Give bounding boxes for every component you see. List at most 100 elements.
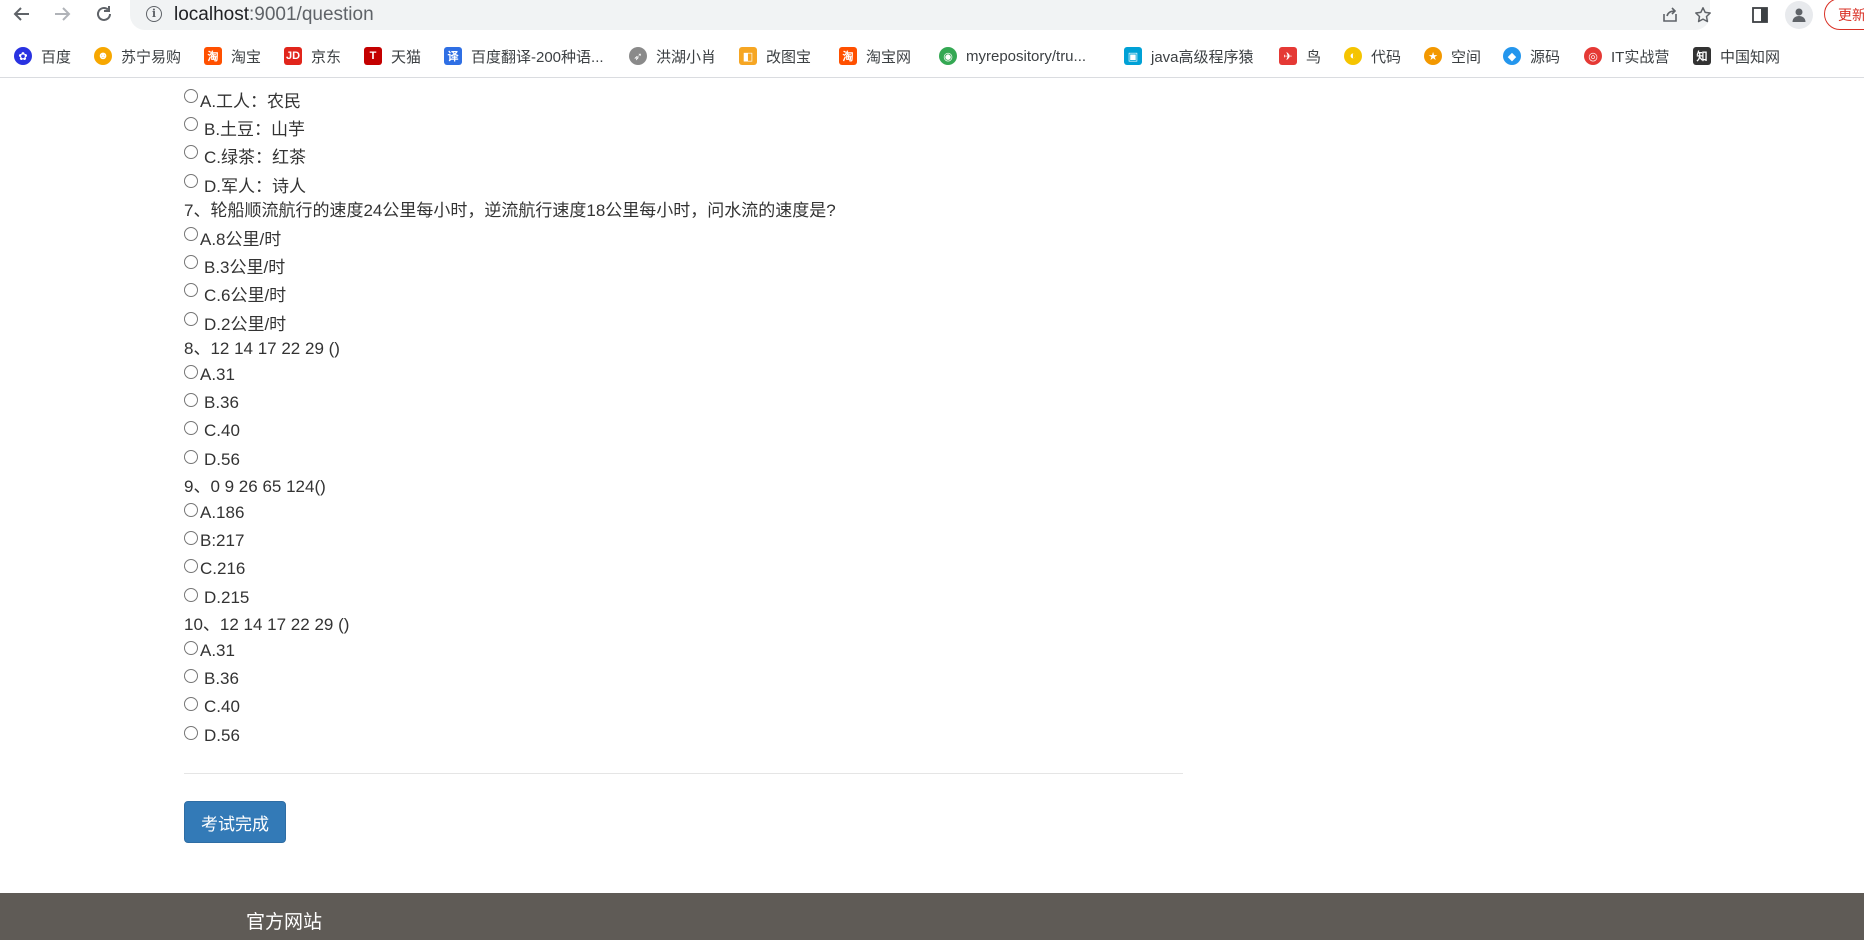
arrow-right-icon <box>55 7 71 21</box>
bookmark-item-taobao[interactable]: 淘淘宝 <box>204 44 261 68</box>
option-q9-a[interactable]: A.186 <box>184 501 244 525</box>
option-label: A.8公里/时 <box>200 229 282 249</box>
radio-button[interactable] <box>184 559 198 573</box>
radio-button[interactable] <box>184 312 198 326</box>
option-label: B.36 <box>204 393 239 412</box>
option-q9-d[interactable]: D.215 <box>184 586 249 610</box>
forward-button[interactable] <box>48 0 76 28</box>
radio-button[interactable] <box>184 641 198 655</box>
site-info-icon[interactable]: i <box>146 6 162 22</box>
bookmark-item-baidu[interactable]: ✿ 百度 <box>14 44 71 68</box>
option-q6-a[interactable]: A.工人：农民 <box>184 87 301 111</box>
bookmark-item-gaitubao[interactable]: ◧ 改图宝 <box>739 44 811 68</box>
option-q8-a[interactable]: A.31 <box>184 363 235 387</box>
radio-button[interactable] <box>184 89 198 103</box>
bookmark-item-niao[interactable]: ✈ 鸟 <box>1279 44 1321 68</box>
option-q10-b[interactable]: B.36 <box>184 667 239 691</box>
option-q6-c[interactable]: C.绿茶：红茶 <box>184 143 306 167</box>
bird-icon: ➶ <box>629 47 647 65</box>
option-q7-d[interactable]: D.2公里/时 <box>184 310 286 334</box>
star-outline-icon <box>1695 7 1711 23</box>
bookmark-label: 空间 <box>1451 48 1482 66</box>
profile-avatar[interactable] <box>1785 1 1813 29</box>
option-label: D.2公里/时 <box>204 314 287 334</box>
radio-button[interactable] <box>184 393 198 407</box>
taobao-icon: 淘 <box>204 47 222 65</box>
bookmark-item-java[interactable]: ▣ java高级程序猿 <box>1124 44 1254 68</box>
option-q10-c[interactable]: C.40 <box>184 695 240 719</box>
cnki-icon: 知 <box>1693 47 1711 65</box>
option-q9-b[interactable]: B:217 <box>184 529 244 553</box>
bookmark-item-tmall[interactable]: T 天猫 <box>364 44 421 68</box>
bookmark-item-jd[interactable]: JD 京东 <box>284 44 341 68</box>
bookmarks-bar: ✿ 百度 ☻ 苏宁易购 淘淘宝 JD 京东 T 天猫 译百度翻译-200种语... ➶ 洪… <box>0 40 1864 72</box>
option-label: C.绿茶：红茶 <box>204 147 306 167</box>
side-panel-button[interactable] <box>1746 1 1774 29</box>
radio-button[interactable] <box>184 255 198 269</box>
radio-button[interactable] <box>184 145 198 159</box>
share-button[interactable] <box>1657 2 1683 28</box>
update-button[interactable]: 更新 <box>1824 0 1864 30</box>
radio-button[interactable] <box>184 588 198 602</box>
back-button[interactable] <box>8 0 36 28</box>
bookmark-item-baidu-translate[interactable]: 译百度翻译-200种语... <box>444 44 604 68</box>
option-q7-a[interactable]: A.8公里/时 <box>184 225 281 249</box>
option-q10-a[interactable]: A.31 <box>184 639 235 663</box>
bookmark-item-kongjian[interactable]: ★ 空间 <box>1424 44 1481 68</box>
option-label: C.216 <box>200 559 246 578</box>
radio-button[interactable] <box>184 365 198 379</box>
option-q7-c[interactable]: C.6公里/时 <box>184 281 286 305</box>
option-q8-d[interactable]: D.56 <box>184 448 240 472</box>
bookmark-star-button[interactable] <box>1690 2 1716 28</box>
radio-button[interactable] <box>184 227 198 241</box>
bookmark-label: 苏宁易购 <box>121 48 182 66</box>
bookmark-item-it[interactable]: ◎ IT实战营 <box>1584 44 1669 68</box>
option-q7-b[interactable]: B.3公里/时 <box>184 253 285 277</box>
official-site-link[interactable]: 官方网站 <box>246 907 322 934</box>
option-q6-d[interactable]: D.军人：诗人 <box>184 172 306 196</box>
docker-whale-icon: ◆ <box>1503 47 1521 65</box>
radio-button[interactable] <box>184 174 198 188</box>
radio-button[interactable] <box>184 726 198 740</box>
suning-lion-icon: ☻ <box>94 47 112 65</box>
option-label: B.36 <box>204 669 239 688</box>
bilibili-icon: ▣ <box>1124 47 1142 65</box>
radio-button[interactable] <box>184 421 198 435</box>
radio-button[interactable] <box>184 697 198 711</box>
half-moon-icon: ◐ <box>1344 47 1362 65</box>
submit-exam-button[interactable]: 考试完成 <box>184 801 286 843</box>
option-q9-c[interactable]: C.216 <box>184 557 245 581</box>
reload-button[interactable] <box>90 0 118 28</box>
radio-button[interactable] <box>184 669 198 683</box>
bookmark-item-cnki[interactable]: 知中国知网 <box>1693 44 1780 68</box>
url-text[interactable]: localhost:9001/question <box>174 4 374 26</box>
bookmark-item-yuanma[interactable]: ◆ 源码 <box>1503 44 1560 68</box>
bookmark-item-myrepository[interactable]: ◉ myrepository/tru... <box>939 44 1086 68</box>
bookmark-item-honghu[interactable]: ➶ 洪湖小肖 <box>629 44 716 68</box>
radio-button[interactable] <box>184 531 198 545</box>
option-q8-b[interactable]: B.36 <box>184 391 239 415</box>
bookmark-label: 京东 <box>311 48 342 66</box>
person-icon <box>1792 8 1806 22</box>
radio-button[interactable] <box>184 117 198 131</box>
browser-toolbar: i localhost:9001/question 更新 <box>0 0 1864 30</box>
option-q6-b[interactable]: B.土豆：山芋 <box>184 115 305 139</box>
bookmark-label: 源码 <box>1530 48 1561 66</box>
option-label: B.3公里/时 <box>204 257 286 277</box>
option-q8-c[interactable]: C.40 <box>184 419 240 443</box>
radio-button[interactable] <box>184 450 198 464</box>
question-text: 8、12 14 17 22 29 () <box>184 338 340 358</box>
option-label: B:217 <box>200 531 245 550</box>
chrome-icon: ◉ <box>939 47 957 65</box>
bookmark-label: 淘宝网 <box>866 48 912 66</box>
option-q10-d[interactable]: D.56 <box>184 724 240 748</box>
bookmark-item-daima[interactable]: ◐ 代码 <box>1344 44 1401 68</box>
radio-button[interactable] <box>184 503 198 517</box>
option-label: C.6公里/时 <box>204 285 287 305</box>
bookmark-item-suning[interactable]: ☻ 苏宁易购 <box>94 44 181 68</box>
bookmark-label: 鸟 <box>1306 48 1322 66</box>
reload-icon <box>97 6 111 21</box>
address-bar[interactable]: i localhost:9001/question <box>130 0 1711 30</box>
bookmark-item-taobaowang[interactable]: 淘淘宝网 <box>839 44 911 68</box>
radio-button[interactable] <box>184 283 198 297</box>
